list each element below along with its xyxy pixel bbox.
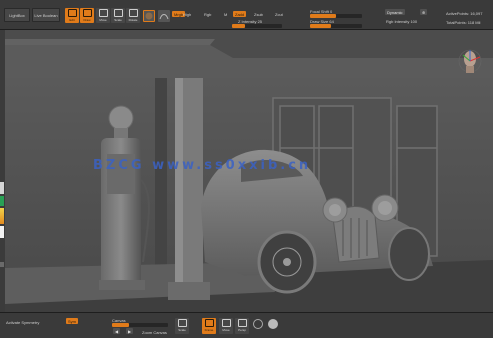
lightbox-button[interactable]: LightBox (4, 8, 30, 22)
draw-size-slider-fill (310, 24, 331, 28)
canvas-viewport[interactable]: BZCG www.ss0xxib.cn (5, 30, 493, 312)
intensity-slider-fill (232, 24, 245, 28)
edit-tool-label: Edit (69, 18, 75, 22)
color-picker-gradient[interactable] (0, 208, 4, 224)
wall-column (155, 78, 167, 278)
move-view-icon (221, 319, 231, 327)
total-points-label: TotalPoints: 118 Mil (446, 20, 481, 25)
rotate-tool-button[interactable]: Rotate (126, 8, 140, 23)
focal-shift-slider-fill (310, 14, 336, 18)
next-arrow-button[interactable]: ▶ (126, 328, 134, 334)
secondary-color-swatch[interactable] (0, 226, 4, 238)
scale-view-button[interactable]: Scale (175, 318, 189, 334)
rotate-view-icon[interactable] (253, 319, 263, 329)
watermark-text: BZCG www.ss0xxib.cn (93, 158, 312, 173)
focal-shift-slider[interactable] (310, 14, 362, 18)
floor-grid-icon[interactable] (268, 319, 278, 329)
scale-view-label: Scale (178, 328, 186, 332)
move-tool-button[interactable]: Move (96, 8, 110, 23)
zadd-button[interactable]: Zadd (233, 11, 247, 17)
pillar-base (168, 282, 210, 300)
brush-quality-label: High (183, 12, 192, 17)
primary-color-swatch[interactable] (0, 182, 4, 194)
move-icon (98, 9, 108, 17)
zoom-canvas-label: Zoom Canvas (142, 330, 167, 335)
rgb-intensity-label: Rgb Intensity 100 (386, 19, 418, 24)
symmetry-toggle[interactable]: Sym (66, 318, 78, 324)
scale-tool-button[interactable]: Scale (111, 8, 125, 23)
live-boolean-button[interactable]: Live Boolean (32, 8, 60, 22)
active-points-label: ActivePoints: 16,097 (446, 11, 483, 16)
brush-thumbnail[interactable] (143, 10, 155, 22)
zsub-button[interactable]: Zsub (254, 12, 263, 17)
rotate-tool-label: Rotate (128, 18, 138, 22)
scale-view-icon (177, 319, 187, 327)
frame-button[interactable]: Frame (202, 318, 216, 334)
move-view-button[interactable]: Move (219, 318, 233, 334)
canvas-slider[interactable] (112, 323, 168, 327)
brush-icon (145, 12, 153, 20)
scale-icon (113, 9, 123, 17)
move-view-label: Move (222, 328, 230, 332)
stroke-icon (159, 14, 169, 20)
color-picker-green[interactable] (0, 196, 4, 206)
rotate-icon (128, 9, 138, 17)
frame-icon (204, 319, 214, 327)
intensity-slider[interactable] (232, 24, 282, 28)
m-button[interactable]: M (224, 12, 227, 17)
material-swatch[interactable] (0, 262, 4, 267)
persp-label: Persp (238, 328, 246, 332)
transform-button[interactable]: ⊕ (420, 9, 428, 15)
draw-tool-button[interactable]: Draw (80, 8, 94, 23)
move-tool-label: Move (99, 18, 107, 22)
activate-symmetry-label: Activate Symmetry (6, 320, 40, 325)
zcut-button[interactable]: Zcut (275, 12, 283, 17)
rgb-button[interactable]: Rgb (204, 12, 211, 17)
dynamic-button[interactable]: Dynamic (385, 9, 405, 15)
top-shelf: LightBox Live Boolean Edit Draw Move Sca… (0, 0, 493, 30)
bottom-shelf: Activate Symmetry Sym Canvas ◀ ▶ Zoom Ca… (0, 312, 493, 338)
canvas-slider-fill (112, 323, 129, 327)
draw-icon (82, 9, 92, 17)
persp-icon (237, 319, 247, 327)
roof-top (5, 39, 215, 45)
scale-tool-label: Scale (114, 18, 122, 22)
frame-label: Frame (204, 328, 214, 332)
draw-size-slider[interactable] (310, 24, 362, 28)
edit-icon (67, 9, 77, 17)
draw-tool-label: Draw (83, 18, 91, 22)
stroke-thumbnail[interactable] (158, 10, 170, 22)
prev-arrow-button[interactable]: ◀ (113, 328, 121, 334)
navigation-gizmo[interactable] (457, 45, 483, 77)
edit-tool-button[interactable]: Edit (65, 8, 79, 23)
persp-button[interactable]: Persp (235, 318, 249, 334)
